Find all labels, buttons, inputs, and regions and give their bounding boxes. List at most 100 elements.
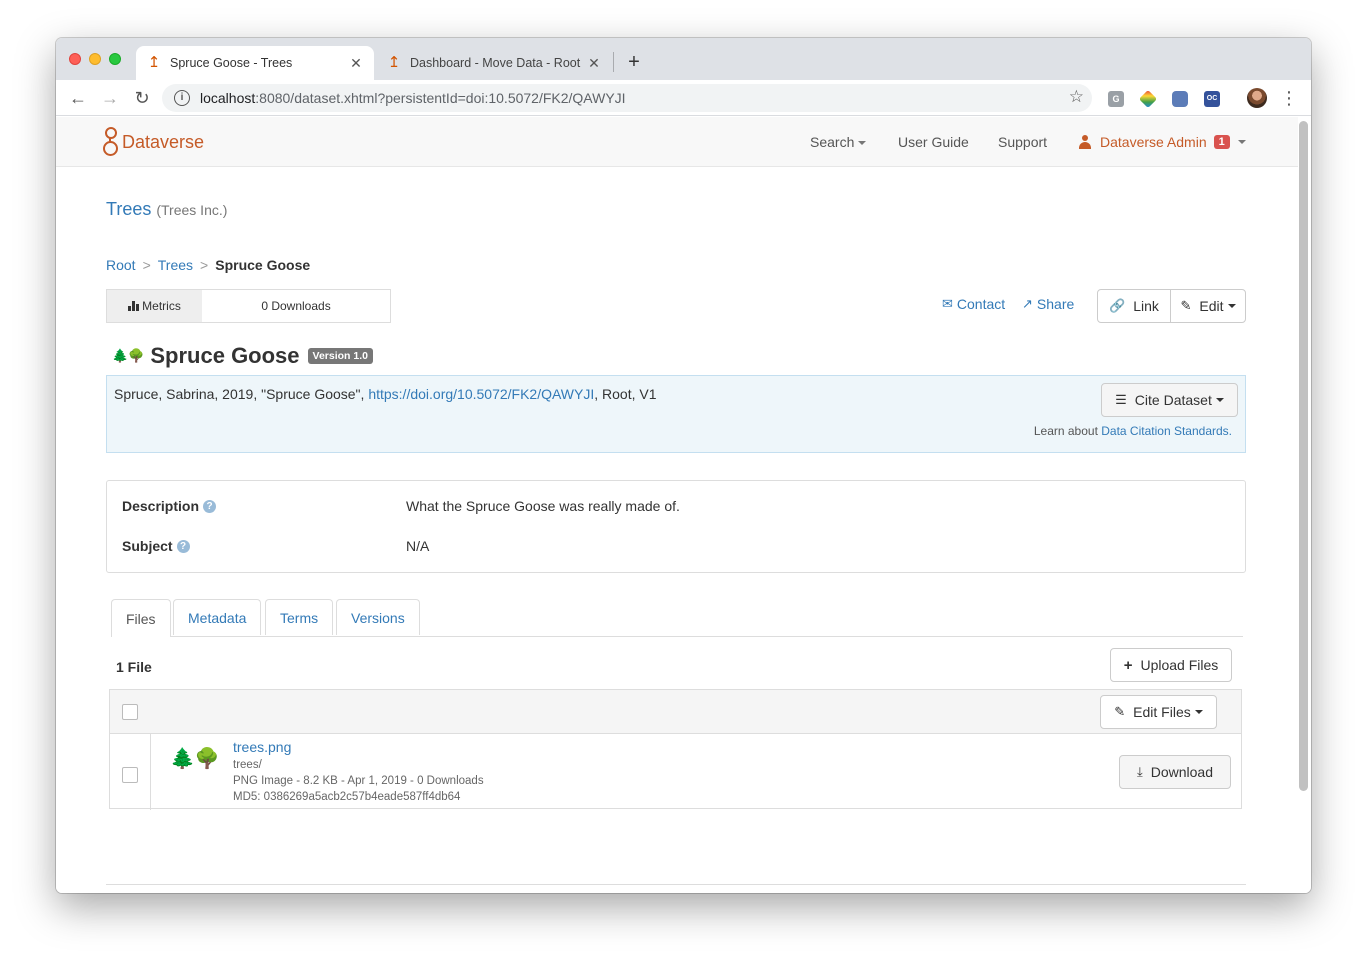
extension-cube-icon[interactable] bbox=[1172, 91, 1188, 107]
tab-strip: ↥ Spruce Goose - Trees ✕ ↥ Dashboard - M… bbox=[56, 38, 1311, 80]
close-tab-icon[interactable]: ✕ bbox=[586, 55, 602, 71]
extension-colorpicker-icon[interactable] bbox=[1138, 89, 1158, 109]
plus-icon: + bbox=[1123, 656, 1133, 674]
breadcrumb: Root > Trees > Spruce Goose bbox=[106, 257, 310, 273]
help-icon[interactable]: ? bbox=[203, 499, 217, 513]
support-link[interactable]: Support bbox=[998, 134, 1047, 150]
breadcrumb-trees-link[interactable]: Trees bbox=[158, 257, 193, 273]
contact-label: Contact bbox=[956, 296, 1006, 312]
dataverse-name-link[interactable]: Trees bbox=[106, 199, 151, 219]
extension-g-icon[interactable]: G bbox=[1108, 91, 1124, 107]
learn-about-prefix: Learn about bbox=[1033, 424, 1102, 438]
subject-label-text: Subject bbox=[122, 538, 173, 554]
dataverse-favicon-icon: ↥ bbox=[387, 54, 401, 71]
extension-oc-icon[interactable]: OC bbox=[1204, 91, 1220, 107]
dataverse-header: Trees (Trees Inc.) bbox=[106, 199, 227, 220]
browser-tab-spruce-goose[interactable]: ↥ Spruce Goose - Trees ✕ bbox=[136, 46, 374, 80]
breadcrumb-separator: > bbox=[142, 257, 151, 273]
breadcrumb-root-link[interactable]: Root bbox=[106, 257, 136, 273]
new-tab-button[interactable]: + bbox=[622, 50, 646, 74]
metrics-tab[interactable]: Metrics bbox=[107, 290, 202, 322]
edit-files-label: Edit Files bbox=[1133, 704, 1191, 720]
user-guide-link[interactable]: User Guide bbox=[898, 134, 969, 150]
caret-down-icon bbox=[858, 141, 867, 146]
download-label: Download bbox=[1150, 764, 1213, 780]
url-path: :8080/dataset.xhtml?persistentId=doi:10.… bbox=[255, 90, 626, 106]
minimize-window-button[interactable] bbox=[89, 53, 101, 65]
help-icon[interactable]: ? bbox=[176, 539, 190, 553]
search-menu[interactable]: Search bbox=[810, 134, 867, 150]
notification-badge: 1 bbox=[1213, 135, 1230, 149]
user-menu[interactable]: Dataverse Admin 1 bbox=[1078, 134, 1246, 150]
citation-doi-link[interactable]: https://doi.org/10.5072/FK2/QAWYJI bbox=[368, 386, 594, 402]
download-icon: ⤓ bbox=[1136, 764, 1143, 779]
caret-down-icon bbox=[1237, 140, 1246, 144]
tab-files[interactable]: Files bbox=[111, 599, 171, 637]
file-count: 1 File bbox=[116, 659, 152, 675]
breadcrumb-current: Spruce Goose bbox=[215, 257, 311, 273]
link-icon: 🔗 bbox=[1109, 298, 1126, 313]
upload-files-button[interactable]: + Upload Files bbox=[1110, 648, 1232, 682]
bar-chart-icon bbox=[128, 301, 140, 311]
forward-arrow-icon[interactable]: → bbox=[98, 86, 122, 110]
list-icon: ☰ bbox=[1115, 392, 1127, 407]
info-icon[interactable]: i bbox=[174, 90, 190, 106]
tab-divider bbox=[613, 52, 614, 72]
bookmark-star-icon[interactable]: ☆ bbox=[1069, 87, 1084, 107]
subject-value: N/A bbox=[406, 538, 430, 554]
file-name-link[interactable]: trees.png bbox=[233, 739, 291, 755]
description-label-text: Description bbox=[122, 498, 200, 514]
footer-divider bbox=[106, 884, 1246, 885]
browser-tab-dashboard[interactable]: ↥ Dashboard - Move Data - Root ✕ bbox=[376, 46, 612, 80]
citation-standards-link[interactable]: Data Citation Standards. bbox=[1101, 424, 1232, 438]
address-bar[interactable]: i localhost:8080/dataset.xhtml?persisten… bbox=[162, 84, 1092, 112]
page-viewport: Dataverse Search User Guide Support Data… bbox=[56, 117, 1311, 893]
share-link[interactable]: ↗ Share bbox=[1022, 296, 1074, 312]
cite-dataset-button[interactable]: ☰ Cite Dataset bbox=[1101, 383, 1238, 417]
subject-row: Subject ? N/A bbox=[122, 538, 429, 554]
contact-link[interactable]: ✉ Contact bbox=[942, 296, 1005, 312]
browser-menu-icon[interactable]: ⋮ bbox=[1280, 86, 1298, 110]
back-arrow-icon[interactable]: ← bbox=[66, 86, 90, 110]
download-button[interactable]: ⤓ Download bbox=[1119, 755, 1231, 789]
metrics-panel: Metrics 0 Downloads bbox=[106, 289, 391, 323]
dataverse-navbar: Dataverse Search User Guide Support Data… bbox=[56, 117, 1298, 167]
tab-versions[interactable]: Versions bbox=[336, 599, 420, 635]
cite-dataset-label: Cite Dataset bbox=[1134, 392, 1212, 408]
citation-box: Spruce, Sabrina, 2019, "Spruce Goose", h… bbox=[106, 375, 1246, 453]
file-select-checkbox[interactable] bbox=[122, 767, 138, 783]
file-metadata: PNG Image - 8.2 KB - Apr 1, 2019 - 0 Dow… bbox=[233, 775, 484, 787]
description-value: What the Spruce Goose was really made of… bbox=[406, 498, 680, 514]
dataverse-affiliation: (Trees Inc.) bbox=[156, 202, 228, 218]
share-label: Share bbox=[1036, 296, 1075, 312]
file-path: trees/ bbox=[233, 759, 262, 771]
profile-avatar[interactable] bbox=[1247, 88, 1267, 108]
dataverse-logo[interactable]: Dataverse bbox=[102, 127, 204, 157]
pencil-icon: ✎ bbox=[1114, 704, 1126, 719]
tab-title: Spruce Goose - Trees bbox=[170, 56, 293, 70]
files-table: ✎ Edit Files 🌲🌳 trees.png trees/ PNG Ima… bbox=[109, 689, 1242, 810]
select-all-checkbox[interactable] bbox=[122, 704, 138, 720]
description-row: Description ? What the Spruce Goose was … bbox=[122, 498, 680, 514]
edit-label: Edit bbox=[1199, 298, 1224, 314]
maximize-window-button[interactable] bbox=[109, 53, 121, 65]
edit-files-button[interactable]: ✎ Edit Files bbox=[1100, 695, 1217, 729]
reload-icon[interactable]: ↻ bbox=[130, 86, 154, 110]
search-menu-label: Search bbox=[810, 134, 855, 150]
dataverse-favicon-icon: ↥ bbox=[147, 54, 161, 71]
tab-terms[interactable]: Terms bbox=[265, 599, 334, 635]
dataverse-logo-icon bbox=[102, 127, 118, 157]
subject-label: Subject ? bbox=[122, 538, 190, 554]
dataset-tabs: Files Metadata Terms Versions bbox=[111, 599, 1243, 637]
metadata-summary: Description ? What the Spruce Goose was … bbox=[106, 480, 1246, 573]
brand-name: Dataverse bbox=[122, 131, 205, 152]
vertical-scrollbar[interactable] bbox=[1299, 121, 1308, 791]
table-row: 🌲🌳 trees.png trees/ PNG Image - 8.2 KB -… bbox=[110, 734, 1241, 810]
downloads-count: 0 Downloads bbox=[261, 299, 331, 313]
tree-thumbnail-icon: 🌲🌳 bbox=[170, 748, 220, 770]
edit-button[interactable]: ✎ Edit bbox=[1170, 289, 1246, 323]
tab-metadata[interactable]: Metadata bbox=[173, 599, 262, 635]
link-button[interactable]: 🔗 Link bbox=[1097, 289, 1171, 323]
close-window-button[interactable] bbox=[69, 53, 81, 65]
close-tab-icon[interactable]: ✕ bbox=[348, 55, 364, 71]
